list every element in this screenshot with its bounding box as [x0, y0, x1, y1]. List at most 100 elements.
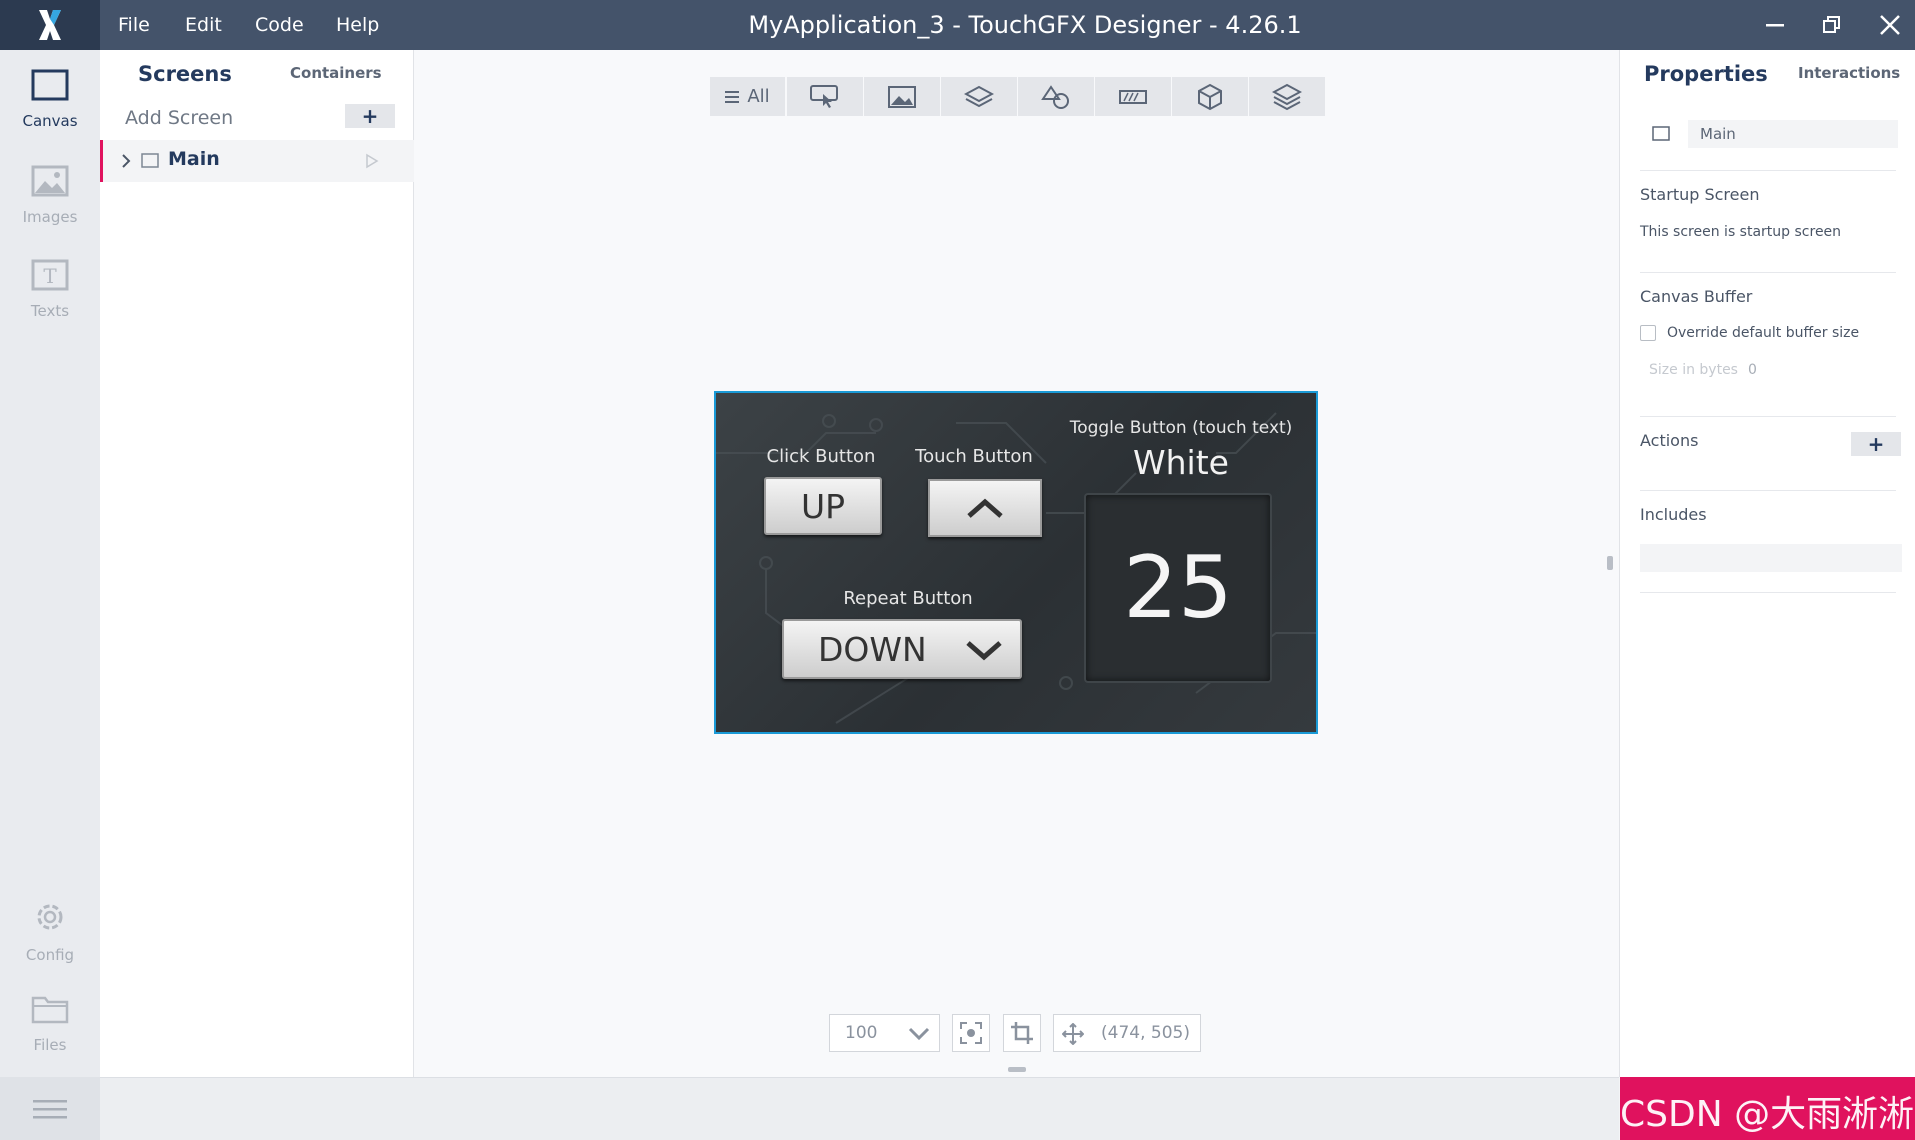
- screen-icon: [1652, 126, 1670, 141]
- touch-button-label: Touch Button: [915, 446, 1033, 467]
- cursor-coordinates: (474, 505): [1053, 1014, 1201, 1052]
- repeat-button-text: DOWN: [818, 629, 927, 669]
- filter-all-button[interactable]: All: [710, 77, 785, 116]
- nav-config-label: Config: [25, 946, 75, 964]
- touchgfx-logo: [0, 0, 100, 50]
- x-logo-icon: [39, 10, 61, 40]
- nav-texts-label: Texts: [30, 302, 70, 320]
- close-button[interactable]: [1864, 0, 1915, 50]
- nav-files[interactable]: Files: [0, 992, 100, 1054]
- menu-help[interactable]: Help: [336, 0, 379, 50]
- watermark-text: CSDN @大雨淅淅: [1620, 1094, 1915, 1135]
- gear-icon: [37, 904, 63, 930]
- widget-filter-progress[interactable]: [1095, 77, 1171, 116]
- chevron-right-icon[interactable]: [121, 153, 131, 169]
- nav-files-label: Files: [33, 1036, 67, 1054]
- restore-icon: [1823, 16, 1840, 33]
- hamburger-icon: [33, 1099, 67, 1118]
- tab-screens[interactable]: Screens: [138, 62, 232, 86]
- widget-filter-container[interactable]: [941, 77, 1017, 116]
- folder-icon: [31, 996, 69, 1024]
- focus-icon: [960, 1022, 982, 1044]
- click-button-up[interactable]: UP: [764, 477, 882, 535]
- size-in-bytes-label: Size in bytes: [1649, 362, 1738, 378]
- tab-interactions[interactable]: Interactions: [1798, 64, 1900, 82]
- zoom-value: 100: [845, 1023, 878, 1043]
- coords-value: (474, 505): [1101, 1023, 1190, 1043]
- bottom-splitter-handle[interactable]: [1008, 1067, 1026, 1072]
- progress-icon: [1119, 89, 1147, 104]
- dropdown-chevron-icon: [908, 1027, 930, 1041]
- left-navigation: Canvas Images T Texts Config Files: [0, 50, 100, 1140]
- restore-button[interactable]: [1806, 0, 1858, 50]
- menu-file[interactable]: File: [118, 0, 150, 50]
- divider: [1640, 592, 1896, 593]
- layers-icon: [1272, 83, 1302, 110]
- close-icon: [1880, 15, 1900, 35]
- svg-text:T: T: [43, 264, 57, 288]
- tab-properties[interactable]: Properties: [1644, 62, 1768, 86]
- screen-name-field[interactable]: Main: [1688, 120, 1898, 148]
- override-buffer-checkbox[interactable]: [1640, 325, 1656, 341]
- 3d-icon: [1198, 83, 1222, 110]
- screen-name: Main: [168, 148, 220, 170]
- nav-canvas-label: Canvas: [22, 112, 78, 130]
- toggle-button-counter[interactable]: 25: [1084, 493, 1272, 683]
- touch-button[interactable]: [928, 479, 1042, 537]
- crop-icon: [1011, 1022, 1033, 1044]
- chevron-up-icon: [967, 498, 1003, 518]
- toggle-button-label: Toggle Button (touch text): [1069, 418, 1293, 438]
- panel-splitter-handle[interactable]: [1607, 556, 1613, 570]
- divider: [1640, 490, 1896, 491]
- container-icon: [964, 85, 994, 107]
- images-icon: [31, 165, 69, 197]
- includes-field[interactable]: [1640, 544, 1902, 572]
- toggle-value: White: [1133, 443, 1229, 482]
- startup-screen-title: Startup Screen: [1640, 185, 1760, 204]
- nav-config[interactable]: Config: [0, 898, 100, 964]
- widget-filter-3d[interactable]: [1172, 77, 1248, 116]
- startup-screen-text: This screen is startup screen: [1640, 224, 1842, 240]
- widget-filter-shapes[interactable]: [1018, 77, 1094, 116]
- tab-containers[interactable]: Containers: [290, 64, 382, 82]
- widget-filter-layers[interactable]: [1249, 77, 1325, 116]
- properties-panel: Properties Interactions Main Startup Scr…: [1619, 50, 1915, 1077]
- minimize-button[interactable]: [1749, 0, 1801, 50]
- repeat-button-label: Repeat Button: [843, 588, 973, 609]
- nav-images[interactable]: Images: [0, 164, 100, 226]
- crop-button[interactable]: [1003, 1014, 1041, 1052]
- screen-list-item[interactable]: Main: [100, 140, 414, 182]
- bottom-bar: [100, 1077, 1619, 1140]
- add-screen-button[interactable]: +: [345, 104, 395, 128]
- add-action-button[interactable]: +: [1851, 432, 1901, 456]
- chevron-down-icon: [966, 641, 1002, 661]
- size-in-bytes-value: 0: [1748, 362, 1757, 378]
- menu-edit[interactable]: Edit: [185, 0, 222, 50]
- click-button-label: Click Button: [766, 446, 876, 467]
- device-screen[interactable]: Click Button UP Touch Button Toggle Butt…: [714, 391, 1318, 734]
- widget-filter-touch[interactable]: [787, 77, 863, 116]
- watermark-banner: CSDN @大雨淅淅: [1620, 1077, 1915, 1140]
- canvas-icon: [31, 69, 69, 101]
- list-icon: [725, 90, 740, 103]
- zoom-select[interactable]: 100: [829, 1014, 940, 1052]
- title-bar: File Edit Code Help MyApplication_3 - To…: [0, 0, 1915, 50]
- nav-canvas[interactable]: Canvas: [0, 68, 100, 130]
- screens-panel: Screens Containers Add Screen + Main: [100, 50, 414, 1077]
- play-icon[interactable]: [365, 153, 379, 169]
- window-title: MyApplication_3 - TouchGFX Designer - 4.…: [748, 11, 1302, 39]
- nav-texts[interactable]: T Texts: [0, 258, 100, 320]
- screen-icon: [141, 153, 159, 168]
- filter-all-label: All: [747, 86, 770, 107]
- canvas-buffer-title: Canvas Buffer: [1640, 287, 1753, 306]
- hamburger-button[interactable]: [0, 1077, 100, 1140]
- widget-filter-image[interactable]: [864, 77, 940, 116]
- menu-code[interactable]: Code: [255, 0, 304, 50]
- repeat-button-down[interactable]: DOWN: [782, 619, 1022, 679]
- add-screen-label: Add Screen: [125, 107, 234, 129]
- nav-images-label: Images: [22, 208, 78, 226]
- divider: [1640, 170, 1896, 171]
- fit-screen-button[interactable]: [952, 1014, 990, 1052]
- override-buffer-label: Override default buffer size: [1667, 325, 1860, 341]
- actions-title: Actions: [1640, 431, 1699, 450]
